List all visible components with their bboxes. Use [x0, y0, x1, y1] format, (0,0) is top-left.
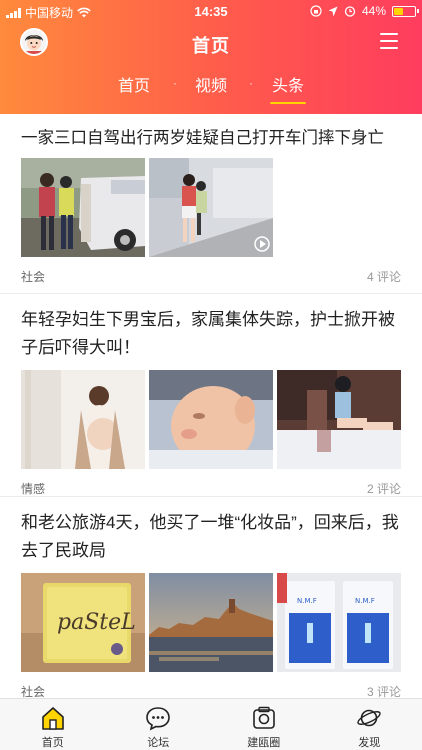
tab-bar: 首页 · 视频 · 头条 — [0, 68, 422, 108]
lock-rotation-icon — [310, 5, 322, 17]
article-category: 情感 — [21, 481, 46, 496]
svg-text:paSteL: paSteL — [57, 610, 136, 635]
article-meta: 社会 3 评论 — [21, 678, 401, 699]
article-meta: 社会 4 评论 — [21, 263, 401, 289]
status-bar: 中国移动 14:35 44% — [0, 0, 422, 22]
photo-woman-bed — [277, 370, 401, 469]
article-item[interactable]: 和老公旅游4天，他买了一堆“化妆品”，回来后，我去了民政局 paSteL N.M… — [0, 497, 422, 698]
article-images: paSteL N.M.F N.M.F — [21, 573, 401, 672]
article-item[interactable]: 年轻孕妇生下男宝后，家属集体失踪，护士掀开被子后吓得大叫！ 情感 2 评论 — [0, 294, 422, 497]
nav-label: 建瓯圈 — [247, 737, 281, 749]
article-image[interactable]: paSteL — [21, 573, 145, 672]
app-header: 中国移动 14:35 44% 首页 首页 · 视频 · 头条 — [0, 0, 422, 114]
svg-text:N.M.F: N.M.F — [355, 597, 375, 605]
article-image[interactable] — [149, 158, 273, 257]
article-title[interactable]: 一家三口自驾出行两岁娃疑自己打开车门摔下身亡 — [21, 124, 401, 152]
article-item[interactable]: 一家三口自驾出行两岁娃疑自己打开车门摔下身亡 社会 4 评论 — [0, 114, 422, 294]
photo-cosmetic-box: paSteL — [21, 573, 145, 672]
article-category: 社会 — [21, 684, 46, 699]
comment-count[interactable]: 3 评论 — [367, 683, 401, 699]
nav-label: 论坛 — [147, 737, 170, 749]
page-title: 首页 — [192, 36, 230, 56]
tab-separator: · — [249, 76, 253, 90]
photo-face-masks: N.M.F N.M.F — [277, 573, 401, 672]
nav-circle[interactable]: 建瓯圈 — [211, 699, 317, 750]
article-image[interactable] — [21, 158, 145, 257]
battery-percent: 44% — [361, 4, 386, 18]
camera-circle-icon — [252, 706, 275, 729]
menu-icon[interactable] — [380, 33, 398, 49]
planet-icon — [357, 709, 381, 727]
nav-label: 发现 — [358, 737, 381, 749]
photo-street-woman — [149, 158, 273, 257]
article-title[interactable]: 年轻孕妇生下男宝后，家属集体失踪，护士掀开被子后吓得大叫！ — [21, 306, 401, 362]
comment-count[interactable]: 4 评论 — [367, 268, 401, 285]
article-image[interactable] — [277, 370, 401, 469]
forum-icon — [146, 707, 171, 731]
news-feed: 一家三口自驾出行两岁娃疑自己打开车门摔下身亡 社会 4 评论 年轻孕妇生下男宝后… — [0, 114, 422, 698]
article-category: 社会 — [21, 269, 46, 284]
battery-icon — [392, 5, 419, 17]
top-bar: 首页 — [0, 22, 422, 62]
bottom-nav: 首页 论坛 建瓯圈 发现 — [0, 698, 422, 750]
article-title[interactable]: 和老公旅游4天，他买了一堆“化妆品”，回来后，我去了民政局 — [21, 509, 401, 565]
svg-text:N.M.F: N.M.F — [297, 597, 317, 605]
nav-forum[interactable]: 论坛 — [106, 699, 212, 750]
photo-road-accident — [21, 158, 145, 257]
article-images — [21, 370, 401, 469]
article-image[interactable]: N.M.F N.M.F — [277, 573, 401, 672]
photo-city-waterfront — [149, 573, 273, 672]
nav-discover[interactable]: 发现 — [317, 699, 422, 750]
alarm-icon — [344, 6, 356, 17]
article-image[interactable] — [149, 573, 273, 672]
nav-home[interactable]: 首页 — [0, 699, 106, 750]
article-image[interactable] — [149, 370, 273, 469]
photo-sleeping-baby — [149, 370, 273, 469]
battery-fill — [394, 7, 403, 15]
comment-count[interactable]: 2 评论 — [367, 480, 401, 497]
tab-home[interactable]: 首页 — [118, 72, 150, 96]
photo-pregnant-woman — [21, 370, 145, 469]
status-right: 44% — [310, 4, 419, 18]
tab-video[interactable]: 视频 — [195, 72, 227, 96]
location-icon — [328, 6, 338, 16]
home-icon — [41, 707, 64, 730]
nav-label: 首页 — [41, 737, 64, 749]
article-images — [21, 158, 401, 257]
tab-separator: · — [173, 76, 177, 90]
tab-headlines[interactable]: 头条 — [269, 72, 307, 104]
article-image[interactable] — [21, 370, 145, 469]
